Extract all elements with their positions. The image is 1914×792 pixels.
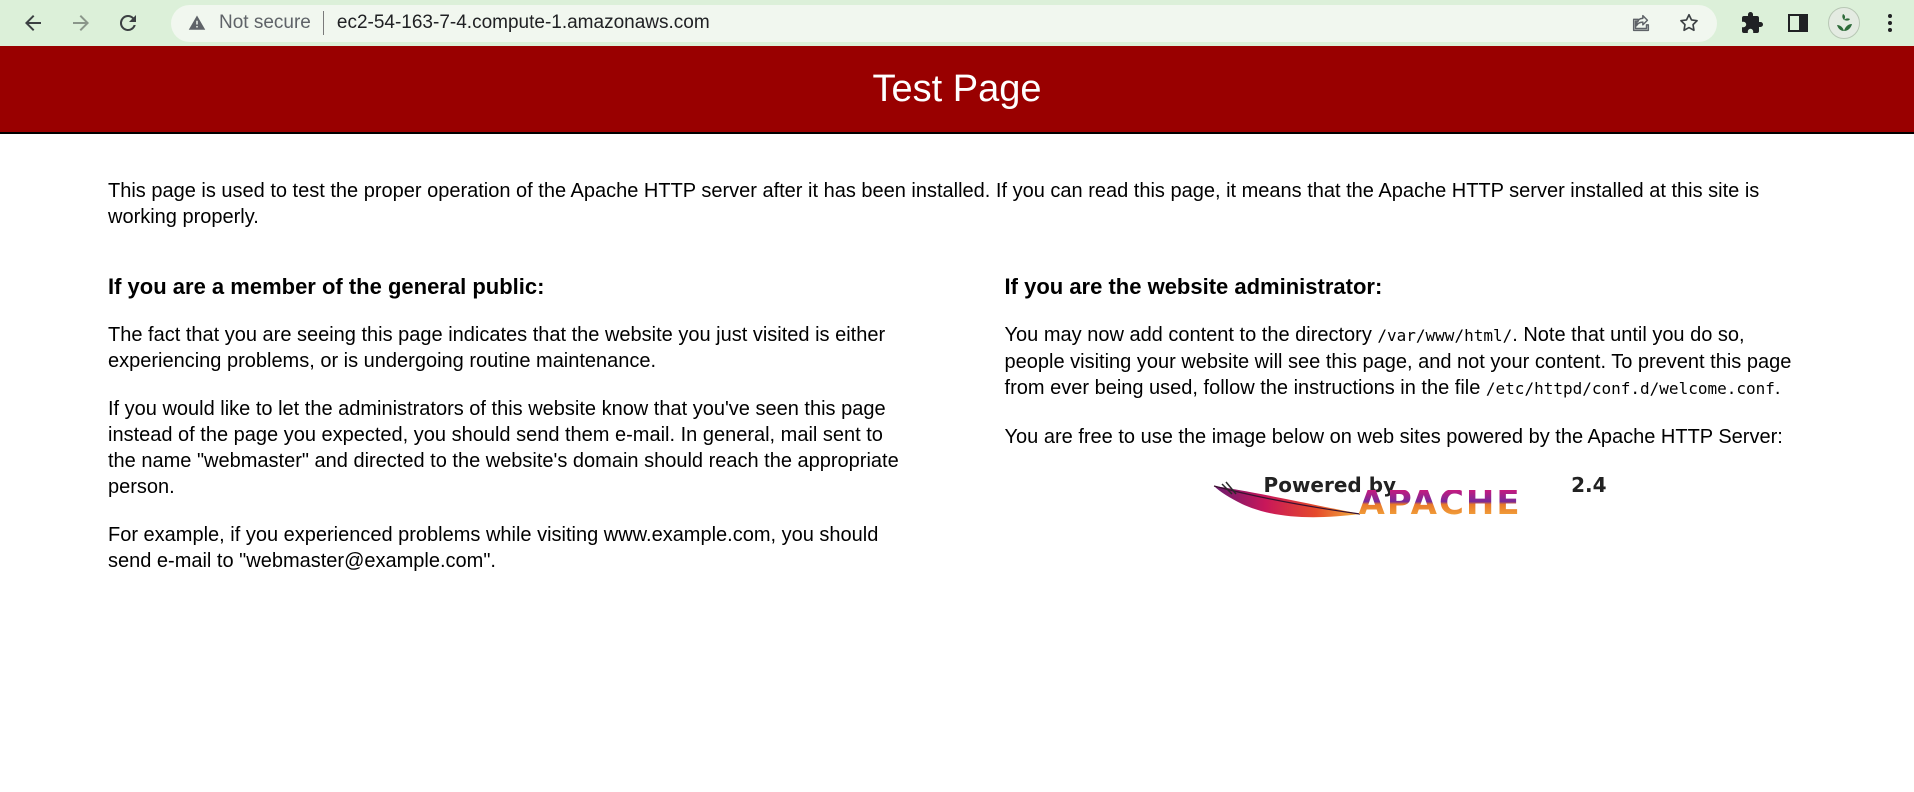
welcome-conf-path: /etc/httpd/conf.d/welcome.conf xyxy=(1485,379,1775,398)
admin-text-c: . xyxy=(1774,377,1781,399)
page-content: This page is used to test the proper ope… xyxy=(108,178,1808,572)
puzzle-icon xyxy=(1742,12,1763,33)
side-panel-button[interactable] xyxy=(1775,3,1821,43)
powered-by-apache-badge: Powered by 2.4 APACHE xyxy=(1212,472,1607,530)
browser-toolbar: Not secure ec2-54-163-7-4.compute-1.amaz… xyxy=(0,0,1914,46)
avatar xyxy=(1828,7,1860,39)
public-heading: If you are a member of the general publi… xyxy=(108,274,545,299)
admin-paragraph-2: You are free to use the image below on w… xyxy=(1004,426,1783,448)
share-icon[interactable] xyxy=(1621,5,1661,42)
back-arrow-icon xyxy=(25,15,41,31)
apache-version-text: 2.4 xyxy=(1571,473,1607,497)
toolbar-actions xyxy=(1729,3,1913,43)
back-button[interactable] xyxy=(13,3,53,43)
apache-brand-text: APACHE xyxy=(1358,483,1522,523)
public-paragraph-2: If you would like to let the administrat… xyxy=(108,398,899,498)
admin-heading: If you are the website administrator: xyxy=(1004,274,1383,299)
admin-column: If you are the website administrator: Yo… xyxy=(1005,274,1808,596)
public-column: If you are a member of the general publi… xyxy=(108,274,902,596)
two-column-section: If you are a member of the general publi… xyxy=(108,274,1808,596)
side-panel-icon xyxy=(1788,14,1808,32)
public-paragraph-1: The fact that you are seeing this page i… xyxy=(108,324,886,372)
url-text[interactable]: ec2-54-163-7-4.compute-1.amazonaws.com xyxy=(337,12,710,34)
admin-text-a: You may now add content to the directory xyxy=(1004,324,1378,346)
forward-arrow-icon xyxy=(73,15,89,31)
kebab-menu-icon xyxy=(1888,14,1892,32)
warning-icon[interactable] xyxy=(188,14,206,32)
web-page: Test Page This page is used to test the … xyxy=(0,46,1914,792)
omnibox-separator xyxy=(322,11,324,35)
admin-paragraph-1: You may now add content to the directory… xyxy=(1005,322,1808,402)
public-paragraph-3: For example, if you experienced problems… xyxy=(108,524,879,572)
forward-button[interactable] xyxy=(61,3,101,43)
intro-paragraph: This page is used to test the proper ope… xyxy=(108,180,1760,228)
page-title: Test Page xyxy=(872,67,1042,110)
profile-plant-icon xyxy=(1837,14,1852,31)
page-banner: Test Page xyxy=(0,46,1914,134)
omnibox-actions xyxy=(1621,5,1717,42)
browser-menu-button[interactable] xyxy=(1867,3,1913,43)
reload-button[interactable] xyxy=(108,3,148,43)
security-label[interactable]: Not secure xyxy=(219,12,311,34)
html-directory-path: /var/www/html/ xyxy=(1377,326,1513,345)
profile-button[interactable] xyxy=(1821,3,1867,43)
extensions-button[interactable] xyxy=(1729,3,1775,43)
address-bar[interactable]: Not secure ec2-54-163-7-4.compute-1.amaz… xyxy=(171,4,1717,42)
reload-icon xyxy=(119,14,136,31)
bookmark-star-icon[interactable] xyxy=(1669,5,1709,42)
